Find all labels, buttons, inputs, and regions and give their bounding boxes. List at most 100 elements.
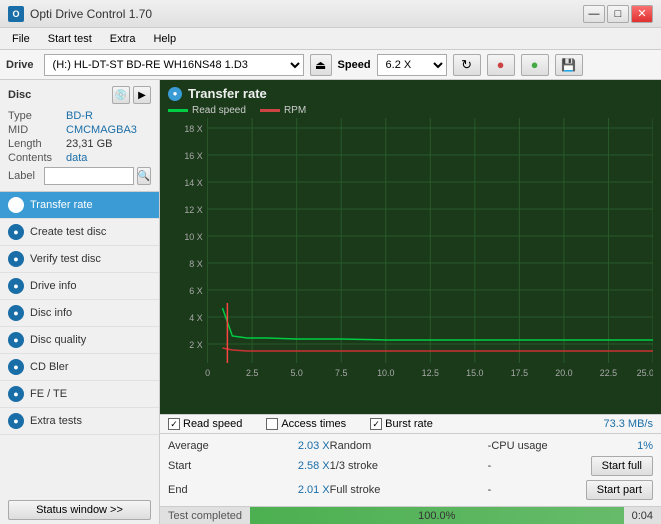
menu-file[interactable]: File — [4, 31, 38, 47]
svg-text:5.0: 5.0 — [290, 368, 302, 378]
nav-item-create-test-disc[interactable]: ● Create test disc — [0, 219, 159, 246]
burst-rate-value: 73.3 MB/s — [603, 418, 653, 430]
nav-icon-cd-bler: ● — [8, 359, 24, 375]
maximize-button[interactable]: □ — [607, 5, 629, 23]
stroke2-label: Full stroke — [330, 484, 381, 496]
nav-item-fe-te[interactable]: ● FE / TE — [0, 381, 159, 408]
nav-label-verify-test-disc: Verify test disc — [30, 253, 101, 265]
disc-length-value: 23,31 GB — [66, 138, 112, 150]
window-controls: — □ ✕ — [583, 5, 653, 23]
disc-panel: Disc 💿 ▶ Type BD-R MID CMCMAGBA3 Length … — [0, 80, 159, 192]
nav-icon-disc-quality: ● — [8, 332, 24, 348]
svg-text:7.5: 7.5 — [335, 368, 347, 378]
start-label: Start — [168, 460, 191, 472]
average-value: 2.03 X — [290, 440, 330, 452]
svg-text:16 X: 16 X — [184, 151, 202, 161]
drive-action-btn2[interactable]: ● — [521, 54, 549, 76]
legend-read-speed: Read speed — [168, 105, 246, 116]
disc-type-row: Type BD-R — [8, 110, 151, 122]
save-button[interactable]: 💾 — [555, 54, 583, 76]
checkbox-access-times[interactable]: Access times — [266, 418, 346, 430]
svg-text:2 X: 2 X — [189, 340, 202, 350]
status-window-button[interactable]: Status window >> — [8, 500, 151, 520]
chart-svg: 18 X 16 X 14 X 12 X 10 X 8 X 6 X 4 X 2 X… — [168, 118, 653, 388]
svg-text:25.0 GB: 25.0 GB — [637, 368, 653, 378]
legend-read-speed-label: Read speed — [192, 105, 246, 116]
svg-text:14 X: 14 X — [184, 178, 202, 188]
nav-item-cd-bler[interactable]: ● CD Bler — [0, 354, 159, 381]
drive-action-btn1[interactable]: ● — [487, 54, 515, 76]
start-full-button[interactable]: Start full — [591, 456, 653, 476]
refresh-button[interactable]: ↻ — [453, 54, 481, 76]
svg-text:10 X: 10 X — [184, 232, 202, 242]
progress-wrap: 100.0% — [250, 507, 624, 524]
svg-text:0: 0 — [205, 368, 210, 378]
svg-text:10.0: 10.0 — [377, 368, 394, 378]
svg-text:4 X: 4 X — [189, 313, 202, 323]
drive-label: Drive — [6, 59, 34, 71]
legend-rpm-color — [260, 109, 280, 112]
disc-length-row: Length 23,31 GB — [8, 138, 151, 150]
nav-item-transfer-rate[interactable]: ● Transfer rate — [0, 192, 159, 219]
disc-length-label: Length — [8, 138, 66, 150]
menu-help[interactable]: Help — [145, 31, 184, 47]
average-label: Average — [168, 440, 209, 452]
nav-item-disc-quality[interactable]: ● Disc quality — [0, 327, 159, 354]
nav-item-extra-tests[interactable]: ● Extra tests — [0, 408, 159, 435]
svg-text:12.5: 12.5 — [422, 368, 439, 378]
disc-mid-label: MID — [8, 124, 66, 136]
end-row: End 2.01 X — [168, 478, 330, 502]
nav-item-verify-test-disc[interactable]: ● Verify test disc — [0, 246, 159, 273]
stroke1-label: 1/3 stroke — [330, 460, 378, 472]
chart-legend: Read speed RPM — [168, 105, 653, 116]
speed-label: Speed — [338, 59, 371, 71]
stroke1-value: - — [451, 460, 491, 472]
nav-icon-fe-te: ● — [8, 386, 24, 402]
svg-text:2.5: 2.5 — [246, 368, 258, 378]
app-title: Opti Drive Control 1.70 — [30, 7, 152, 21]
disc-contents-label: Contents — [8, 152, 66, 164]
drive-bar: Drive (H:) HL-DT-ST BD-RE WH16NS48 1.D3 … — [0, 50, 661, 80]
random-value: - — [451, 440, 491, 452]
legend-rpm: RPM — [260, 105, 306, 116]
speed-select[interactable]: 6.2 X Max 4.0 X 2.0 X — [377, 54, 447, 76]
read-speed-label: Read speed — [183, 418, 242, 430]
access-times-label: Access times — [281, 418, 346, 430]
access-times-checkbox[interactable] — [266, 418, 278, 430]
disc-icon-1[interactable]: 💿 — [112, 86, 130, 104]
menu-bar: File Start test Extra Help — [0, 28, 661, 50]
menu-extra[interactable]: Extra — [102, 31, 144, 47]
disc-label-label: Label — [8, 170, 44, 182]
nav-icon-transfer-rate: ● — [8, 197, 24, 213]
menu-start-test[interactable]: Start test — [40, 31, 100, 47]
burst-rate-checkbox[interactable]: ✓ — [370, 418, 382, 430]
nav-icon-extra-tests: ● — [8, 413, 24, 429]
close-button[interactable]: ✕ — [631, 5, 653, 23]
nav-icon-create-test-disc: ● — [8, 224, 24, 240]
status-text: Test completed — [160, 510, 250, 522]
nav-label-extra-tests: Extra tests — [30, 415, 82, 427]
nav-item-disc-info[interactable]: ● Disc info — [0, 300, 159, 327]
stroke1-row: 1/3 stroke - — [330, 454, 492, 478]
checkbox-read-speed[interactable]: ✓ Read speed — [168, 418, 242, 430]
svg-text:8 X: 8 X — [189, 259, 202, 269]
nav-item-drive-info[interactable]: ● Drive info — [0, 273, 159, 300]
chart-container: ● Transfer rate Read speed RPM — [160, 80, 661, 414]
svg-text:12 X: 12 X — [184, 205, 202, 215]
app-icon: O — [8, 6, 24, 22]
start-value: 2.58 X — [290, 460, 330, 472]
checkbox-burst-rate[interactable]: ✓ Burst rate — [370, 418, 595, 430]
svg-text:15.0: 15.0 — [466, 368, 483, 378]
cpu-value: 1% — [613, 440, 653, 452]
drive-select[interactable]: (H:) HL-DT-ST BD-RE WH16NS48 1.D3 — [44, 54, 304, 76]
eject-button[interactable]: ⏏ — [310, 54, 332, 76]
disc-label-browse[interactable]: 🔍 — [137, 167, 151, 185]
svg-text:17.5: 17.5 — [511, 368, 528, 378]
burst-rate-label: Burst rate — [385, 418, 433, 430]
read-speed-checkbox[interactable]: ✓ — [168, 418, 180, 430]
start-part-button[interactable]: Start part — [586, 480, 653, 500]
minimize-button[interactable]: — — [583, 5, 605, 23]
disc-icon-2[interactable]: ▶ — [133, 86, 151, 104]
legend-rpm-label: RPM — [284, 105, 306, 116]
disc-label-input[interactable] — [44, 167, 134, 185]
